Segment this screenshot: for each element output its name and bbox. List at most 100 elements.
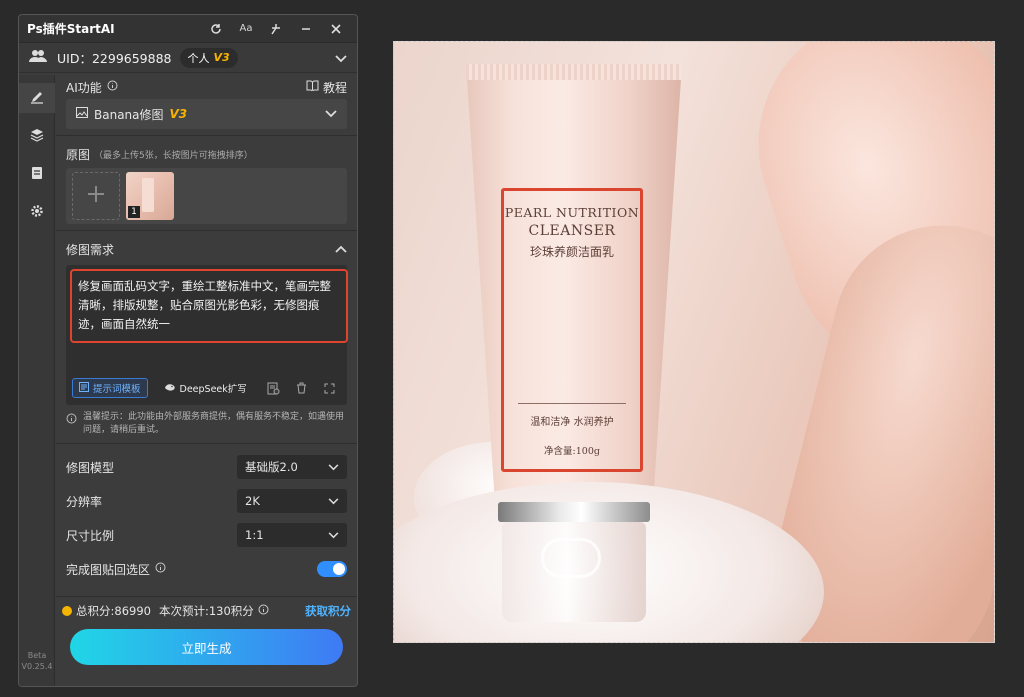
expand-icon[interactable] (319, 378, 341, 398)
divider (56, 443, 357, 444)
app-title: Ps插件StartAI (27, 22, 115, 36)
sidebar-item-edit[interactable] (19, 83, 55, 113)
model-select[interactable]: 基础版2.0 (237, 455, 347, 479)
sidebar-item-notes[interactable] (19, 159, 55, 189)
image-icon (76, 107, 88, 121)
source-label: 原图 (66, 147, 91, 162)
prompt-template-button[interactable]: 提示词模板 (72, 378, 148, 398)
tutorial-link[interactable]: 教程 (306, 79, 347, 96)
tube-ring (498, 502, 650, 522)
sidebar-item-layers[interactable] (19, 121, 55, 151)
plugin-panel: Ps插件StartAI Aa UID：2299659888 个人 V3 Beta… (18, 14, 358, 687)
close-icon[interactable] (323, 19, 349, 39)
get-credits-link[interactable]: 获取积分 (305, 603, 351, 619)
whale-icon (164, 382, 176, 395)
product-name-en-line2: CLEANSER (528, 223, 616, 239)
layers-icon (30, 127, 44, 146)
source-hint: （最多上传5张，长按图片可拖拽排序） (94, 150, 253, 161)
user-uid: UID：2299659888 (57, 51, 172, 66)
ratio-label: 尺寸比例 (66, 528, 115, 543)
product-name-cn: 珍珠养颜洁面乳 (529, 245, 614, 259)
resolution-value: 2K (245, 494, 260, 508)
main-content: AI功能 教程 Banana修图 V3 原图 （最多上传5张，长按图片可拖拽排序… (56, 75, 357, 686)
sidebar-item-settings[interactable] (19, 197, 55, 227)
plus-icon (86, 181, 106, 211)
ratio-select[interactable]: 1:1 (237, 523, 347, 547)
chevron-down-icon (328, 460, 339, 474)
title-bar: Ps插件StartAI Aa (19, 15, 357, 43)
product-net-content: 净含量:100g (544, 446, 600, 457)
product-label-selection: PEARL NUTRITION CLEANSER 珍珠养颜洁面乳 温和洁净 水润… (501, 188, 643, 472)
users-icon (29, 48, 47, 67)
model-row: 修图模型 基础版2.0 (56, 450, 357, 484)
tutorial-label: 教程 (322, 80, 347, 95)
source-thumbnail[interactable]: 1 (126, 172, 174, 220)
credits-row: 总积分:86990 本次预计:130积分 获取积分 (56, 597, 357, 625)
coin-icon (62, 606, 72, 616)
source-header: 原图 （最多上传5张，长按图片可拖拽排序） (56, 142, 357, 166)
requirements-label: 修图需求 (66, 242, 115, 257)
paste-back-row: 完成图贴回选区 (56, 552, 357, 586)
divider (56, 135, 357, 136)
refresh-icon[interactable] (203, 19, 229, 39)
tube-crimp (466, 64, 682, 80)
ratio-row: 尺寸比例 1:1 (56, 518, 357, 552)
beta-label: Beta (27, 651, 47, 660)
plan-badge: 个人 V3 (179, 47, 238, 68)
chevron-down-icon (328, 494, 339, 508)
product-name-en-line1: PEARL NUTRITION (504, 205, 640, 220)
resolution-select[interactable]: 2K (237, 489, 347, 513)
user-row[interactable]: UID：2299659888 个人 V3 (19, 43, 357, 73)
divider (56, 230, 357, 231)
paste-back-label-wrap: 完成图贴回选区 (66, 561, 317, 578)
ai-section-header: AI功能 教程 (56, 75, 357, 99)
model-label: 修图模型 (66, 460, 115, 475)
paste-back-label: 完成图贴回选区 (66, 562, 151, 577)
resolution-row: 分辨率 2K (56, 484, 357, 518)
paste-back-toggle[interactable] (317, 561, 347, 577)
plan-name: 个人 (187, 51, 210, 65)
deepseek-expand-button[interactable]: DeepSeek扩写 (158, 378, 253, 398)
trash-icon[interactable] (291, 378, 313, 398)
ratio-value: 1:1 (245, 528, 264, 542)
info-icon (107, 80, 118, 94)
minimize-icon[interactable] (293, 19, 319, 39)
template-icon (79, 381, 89, 395)
feature-name: Banana修图 (94, 107, 164, 122)
thumbnail-index: 1 (128, 206, 140, 218)
total-credits: 总积分:86990 (76, 604, 151, 618)
ai-section-label: AI功能 (66, 80, 102, 95)
chevron-down-icon (328, 528, 339, 542)
sidebar: Beta V0.25.4 (19, 75, 55, 686)
notes-icon (30, 165, 44, 184)
notice: 温馨提示：此功能由外部服务商提供，偶有服务不稳定，如遇使用问题，请稍后重试。 (56, 411, 357, 437)
book-icon (306, 80, 319, 94)
font-size-icon[interactable]: Aa (233, 19, 259, 39)
pin-icon[interactable] (263, 19, 289, 39)
chevron-down-icon (325, 107, 337, 121)
feature-select[interactable]: Banana修图 V3 (66, 99, 347, 129)
source-thumbnails: 1 (66, 168, 347, 224)
notice-text: 温馨提示：此功能由外部服务商提供，偶有服务不稳定，如遇使用问题，请稍后重试。 (83, 412, 345, 435)
info-icon (258, 604, 269, 618)
requirements-textarea[interactable]: 修复画面乱码文字，重绘工整标准中文，笔画完整清晰，排版规整，贴合原图光影色彩，无… (70, 269, 348, 343)
canvas-image[interactable]: PEARL NUTRITION CLEANSER 珍珠养颜洁面乳 温和洁净 水润… (393, 41, 995, 643)
gear-icon (30, 203, 44, 222)
version-info: Beta V0.25.4 (19, 650, 55, 672)
chevron-down-icon[interactable] (335, 48, 347, 67)
requirements-header[interactable]: 修图需求 (56, 237, 357, 261)
thumbnail-image (142, 178, 154, 212)
chevron-up-icon[interactable] (335, 242, 347, 256)
label-divider (518, 403, 626, 404)
feature-version: V3 (169, 107, 188, 121)
footer: 总积分:86990 本次预计:130积分 获取积分 立即生成 (56, 596, 357, 686)
add-image-button[interactable] (72, 172, 120, 220)
plan-version: V3 (213, 51, 230, 64)
history-icon[interactable] (263, 378, 285, 398)
cap-flip (541, 538, 601, 578)
pencil-icon (30, 89, 44, 108)
requirements-box: 修复画面乱码文字，重绘工整标准中文，笔画完整清晰，排版规整，贴合原图光影色彩，无… (66, 265, 348, 405)
generate-button[interactable]: 立即生成 (70, 629, 343, 665)
info-icon (66, 413, 77, 437)
model-value: 基础版2.0 (245, 460, 298, 474)
